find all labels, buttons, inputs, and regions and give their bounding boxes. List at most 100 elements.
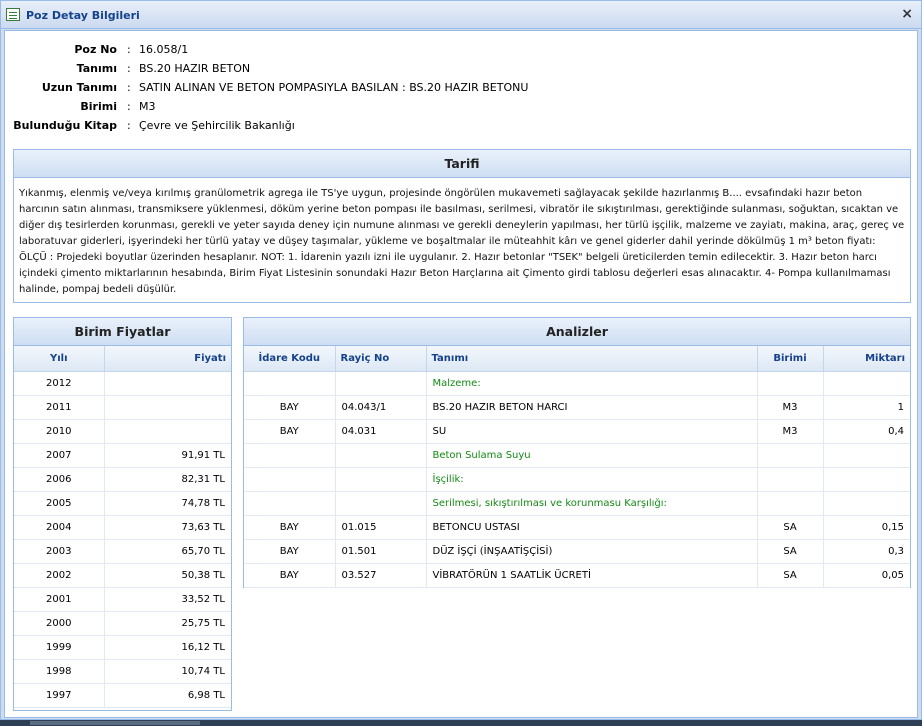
info-value: M3 <box>139 100 156 113</box>
info-separator: : <box>127 62 131 75</box>
rayic-no-cell: 04.043/1 <box>335 395 427 420</box>
info-label: Poz No <box>74 43 117 56</box>
birim-fiyatlar-panel: Birim Fiyatlar Yılı Fiyatı 2012 2011 2010 2… <box>13 317 232 711</box>
fiyat-year-cell: 2003 <box>14 539 105 564</box>
column-header-fiyati[interactable]: Fiyatı <box>104 346 231 372</box>
fiyat-price-cell: 10,74 TL <box>104 659 231 684</box>
tarifi-panel: Tarifi Yıkanmış, elenmiş ve/veya kırılmı… <box>13 149 911 303</box>
fiyat-year-cell: 2012 <box>14 371 105 396</box>
miktari-cell: 0,3 <box>823 539 910 564</box>
birimi-cell <box>757 491 824 516</box>
fiyat-year-cell: 2010 <box>14 419 105 444</box>
miktari-cell <box>823 491 910 516</box>
miktari-cell <box>823 371 910 396</box>
fiyat-price-cell: 73,63 TL <box>104 515 231 540</box>
fiyat-price-cell: 65,70 TL <box>104 539 231 564</box>
analiz-row[interactable]: BAY 03.527 VİBRATÖRÜN 1 SAATLİK ÜCRETİ SA 0,… <box>244 563 910 588</box>
close-icon[interactable]: × <box>901 6 913 22</box>
analiz-row[interactable]: BAY 01.015 BETONCU USTASI SA 0,15 <box>244 515 910 540</box>
fiyat-year-cell: 2011 <box>14 395 105 420</box>
analiz-row[interactable]: BAY 04.031 SU M3 0,4 <box>244 419 910 444</box>
info-separator: : <box>127 100 131 113</box>
tanimi-cell: BS.20 HAZIR BETON HARCI <box>426 395 758 420</box>
idare-kodu-cell: BAY <box>244 395 336 420</box>
rayic-no-cell <box>335 491 427 516</box>
idare-kodu-cell <box>244 467 336 492</box>
column-header-idare-kodu[interactable]: İdare Kodu <box>244 346 336 372</box>
fiyat-price-cell: 50,38 TL <box>104 563 231 588</box>
birimi-cell: M3 <box>757 419 824 444</box>
fiyat-row[interactable]: 2006 82,31 TL <box>14 467 231 492</box>
info-separator: : <box>127 81 131 94</box>
window-titlebar[interactable]: Poz Detay Bilgileri × <box>1 1 921 29</box>
column-header-birimi[interactable]: Birimi <box>757 346 824 372</box>
info-label: Uzun Tanımı <box>41 81 117 94</box>
fiyat-row[interactable]: 1999 16,12 TL <box>14 635 231 660</box>
fiyat-year-cell: 2000 <box>14 611 105 636</box>
column-header-yili[interactable]: Yılı <box>14 346 105 372</box>
fiyat-price-cell <box>104 371 231 396</box>
rayic-no-cell <box>335 443 427 468</box>
fiyat-price-cell: 6,98 TL <box>104 683 231 708</box>
fiyat-row[interactable]: 2005 74,78 TL <box>14 491 231 516</box>
fiyat-price-cell <box>104 419 231 444</box>
birimi-cell <box>757 371 824 396</box>
analiz-group-row[interactable]: Serilmesi, sıkıştırılması ve korunmasu K… <box>244 491 910 516</box>
tanimi-cell: VİBRATÖRÜN 1 SAATLİK ÜCRETİ <box>426 563 758 588</box>
fiyat-row[interactable]: 1997 6,98 TL <box>14 683 231 708</box>
birimi-cell: SA <box>757 515 824 540</box>
poz-info: Poz No:16.058/1 Tanımı: BS.20 HAZIR BETON U… <box>5 41 605 136</box>
info-row: Birimi: M3 <box>5 98 605 117</box>
tanimi-cell: SU <box>426 419 758 444</box>
info-value: BS.20 HAZIR BETON <box>139 62 251 75</box>
fiyat-price-cell: 33,52 TL <box>104 587 231 612</box>
info-label: Bulunduğu Kitap <box>13 119 117 132</box>
fiyat-row[interactable]: 2002 50,38 TL <box>14 563 231 588</box>
fiyat-row[interactable]: 2003 65,70 TL <box>14 539 231 564</box>
birimi-cell: SA <box>757 539 824 564</box>
column-header-tanimi[interactable]: Tanımı <box>426 346 758 372</box>
column-header-rayic-no[interactable]: Rayiç No <box>335 346 427 372</box>
form-icon <box>6 8 20 21</box>
fiyat-year-cell: 2006 <box>14 467 105 492</box>
analizler-table: İdare Kodu Rayiç No Tanımı Birimi Miktar… <box>244 346 910 588</box>
miktari-cell <box>823 443 910 468</box>
fiyat-row[interactable]: 2007 91,91 TL <box>14 443 231 468</box>
info-value: SATIN ALINAN VE BETON POMPASIYLA BASILAN… <box>139 81 529 94</box>
fiyat-row[interactable]: 1998 10,74 TL <box>14 659 231 684</box>
info-label: Birimi <box>80 100 117 113</box>
info-label: Tanımı <box>76 62 117 75</box>
fiyat-year-cell: 2004 <box>14 515 105 540</box>
rayic-no-cell <box>335 371 427 396</box>
analiz-group-row[interactable]: İşçilik: <box>244 467 910 492</box>
tanimi-cell: Beton Sulama Suyu <box>426 443 758 468</box>
poz-detay-window: Poz Detay Bilgileri × Poz No:16.058/1 Tan… <box>0 0 922 720</box>
birim-fiyatlar-table: Yılı Fiyatı 2012 2011 2010 2007 91,91 TL 2006… <box>14 346 231 708</box>
rayic-no-cell: 01.015 <box>335 515 427 540</box>
analiz-row[interactable]: BAY 01.501 DÜZ İŞÇİ (İNŞAATİŞÇİSİ) SA 0,3 <box>244 539 910 564</box>
fiyat-row[interactable]: 2012 <box>14 371 231 396</box>
rayic-no-cell: 04.031 <box>335 419 427 444</box>
analizler-header: Analizler <box>244 318 910 346</box>
fiyat-year-cell: 2001 <box>14 587 105 612</box>
fiyat-price-cell: 16,12 TL <box>104 635 231 660</box>
tarifi-text: Yıkanmış, elenmiş ve/veya kırılmış granü… <box>19 188 905 295</box>
fiyat-row[interactable]: 2010 <box>14 419 231 444</box>
fiyat-row[interactable]: 2001 33,52 TL <box>14 587 231 612</box>
info-value: 16.058/1 <box>139 43 189 56</box>
column-header-miktari[interactable]: Miktarı <box>823 346 910 372</box>
analiz-group-row[interactable]: Beton Sulama Suyu <box>244 443 910 468</box>
fiyat-row[interactable]: 2000 25,75 TL <box>14 611 231 636</box>
info-row: Uzun Tanımı: SATIN ALINAN VE BETON POMPAS… <box>5 79 605 98</box>
idare-kodu-cell <box>244 491 336 516</box>
analiz-row[interactable]: BAY 04.043/1 BS.20 HAZIR BETON HARCI M3 1 <box>244 395 910 420</box>
analizler-panel: Analizler İdare Kodu Rayiç No Tanımı Bir… <box>243 317 911 588</box>
idare-kodu-cell: BAY <box>244 419 336 444</box>
analiz-group-row[interactable]: Malzeme: <box>244 371 910 396</box>
fiyat-row[interactable]: 2004 73,63 TL <box>14 515 231 540</box>
birimi-cell: M3 <box>757 395 824 420</box>
idare-kodu-cell <box>244 371 336 396</box>
fiyat-row[interactable]: 2011 <box>14 395 231 420</box>
rayic-no-cell <box>335 467 427 492</box>
window-title: Poz Detay Bilgileri <box>26 9 140 22</box>
